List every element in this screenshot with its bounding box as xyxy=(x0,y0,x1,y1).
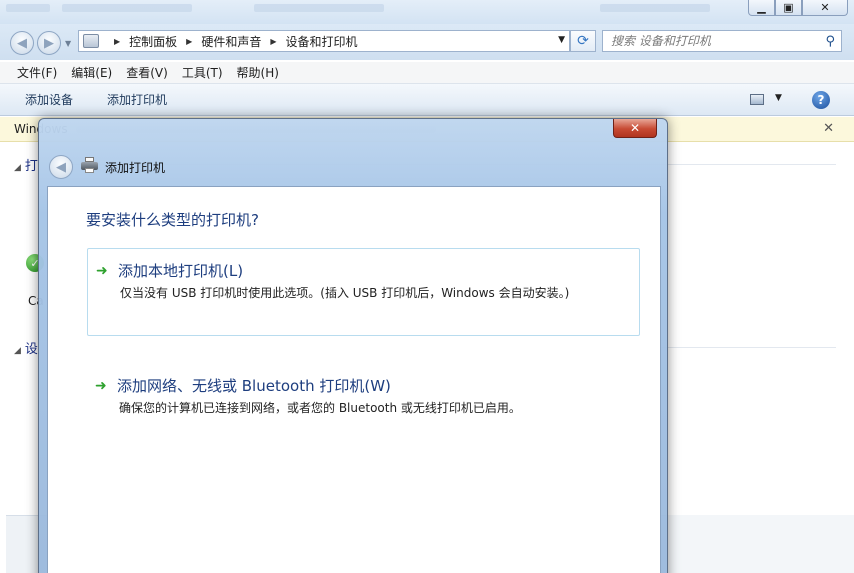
blurred-title-text xyxy=(600,4,710,12)
address-bar[interactable]: ▶ 控制面板 ▶ 硬件和声音 ▶ 设备和打印机 ▼ xyxy=(78,30,570,52)
option-title[interactable]: 添加本地打印机(L) xyxy=(118,260,243,281)
explorer-title-bar: ▁ ▣ ✕ xyxy=(0,0,854,24)
blurred-title-text xyxy=(62,4,192,12)
option-description: 仅当没有 USB 打印机时使用此选项。(插入 USB 打印机后，Windows … xyxy=(120,286,570,300)
search-box: ⚲ xyxy=(602,30,842,52)
breadcrumb-devices-printers[interactable]: 设备和打印机 xyxy=(286,33,358,50)
back-icon: ◀ xyxy=(17,35,27,51)
menu-edit[interactable]: 编辑(E) xyxy=(64,64,119,81)
info-bar-close-icon[interactable]: ✕ xyxy=(823,121,834,136)
group-header-devices[interactable]: ◢ 设 xyxy=(14,338,38,357)
dialog-title: 添加打印机 xyxy=(105,161,166,175)
collapse-triangle-icon[interactable]: ◢ xyxy=(14,163,21,173)
add-printer-button[interactable]: 添加打印机 xyxy=(100,91,174,108)
search-icon[interactable]: ⚲ xyxy=(825,34,835,49)
blurred-title-text xyxy=(6,4,50,12)
details-pane-right xyxy=(666,515,854,573)
dialog-back-button[interactable]: ◀ xyxy=(49,155,73,179)
breadcrumb-separator-icon[interactable]: ▶ xyxy=(186,37,192,46)
menu-tools[interactable]: 工具(T) xyxy=(175,64,230,81)
recent-pages-dropdown[interactable]: ▼ xyxy=(65,39,71,48)
back-button[interactable]: ◀ xyxy=(10,31,34,55)
forward-button[interactable]: ▶ xyxy=(37,31,61,55)
command-bar: 添加设备 添加打印机 xyxy=(0,84,854,116)
breadcrumb-hardware-sound[interactable]: 硬件和声音 xyxy=(201,33,261,50)
add-device-button[interactable]: 添加设备 xyxy=(18,91,80,108)
menu-view[interactable]: 查看(V) xyxy=(119,64,175,81)
back-icon: ◀ xyxy=(56,159,66,175)
refresh-button[interactable]: ⟳ xyxy=(570,30,596,52)
add-printer-dialog: ✕ ◀ 添加打印机 要安装什么类型的打印机? ➜ 添加本地打印机(L) 仅当没有… xyxy=(38,118,668,573)
dialog-question: 要安装什么类型的打印机? xyxy=(86,211,259,229)
view-options-dropdown[interactable]: ▼ xyxy=(775,93,782,103)
green-arrow-icon: ➜ xyxy=(95,377,107,394)
dialog-close-button[interactable]: ✕ xyxy=(613,119,657,138)
close-icon: ✕ xyxy=(629,121,641,135)
option-title[interactable]: 添加网络、无线或 Bluetooth 打印机(W) xyxy=(117,375,391,396)
window-controls: ▁ ▣ ✕ xyxy=(748,0,848,16)
change-view-icon[interactable] xyxy=(750,94,764,105)
forward-icon: ▶ xyxy=(44,35,54,51)
group-header-printers[interactable]: ◢ 打 xyxy=(14,155,38,174)
close-icon: ✕ xyxy=(820,1,830,14)
option-description: 确保您的计算机已连接到网络，或者您的 Bluetooth 或无线打印机已启用。 xyxy=(119,401,521,415)
address-dropdown-icon[interactable]: ▼ xyxy=(558,35,565,45)
breadcrumb-separator-icon[interactable]: ▶ xyxy=(270,37,276,46)
green-arrow-icon: ➜ xyxy=(96,262,108,279)
menu-bar: 文件(F) 编辑(E) 查看(V) 工具(T) 帮助(H) xyxy=(0,62,854,84)
control-panel-icon xyxy=(83,34,99,48)
breadcrumb-separator-icon[interactable]: ▶ xyxy=(114,37,120,46)
restore-button[interactable]: ▣ xyxy=(775,0,802,16)
close-button[interactable]: ✕ xyxy=(802,0,848,16)
add-local-printer-option[interactable]: ➜ 添加本地打印机(L) 仅当没有 USB 打印机时使用此选项。(插入 USB … xyxy=(87,248,640,336)
search-input[interactable] xyxy=(611,34,811,48)
refresh-icon: ⟳ xyxy=(577,33,589,49)
menu-help[interactable]: 帮助(H) xyxy=(230,64,286,81)
add-network-printer-option[interactable]: ➜ 添加网络、无线或 Bluetooth 打印机(W) 确保您的计算机已连接到网… xyxy=(87,364,640,424)
collapse-triangle-icon[interactable]: ◢ xyxy=(14,346,21,356)
menu-file[interactable]: 文件(F) xyxy=(10,64,64,81)
blurred-title-text xyxy=(254,4,384,12)
help-icon[interactable]: ? xyxy=(812,91,830,109)
printer-icon xyxy=(81,157,98,173)
dialog-content-panel: 要安装什么类型的打印机? ➜ 添加本地打印机(L) 仅当没有 USB 打印机时使… xyxy=(47,186,661,573)
minimize-button[interactable]: ▁ xyxy=(748,0,775,16)
breadcrumb-control-panel[interactable]: 控制面板 xyxy=(129,33,177,50)
